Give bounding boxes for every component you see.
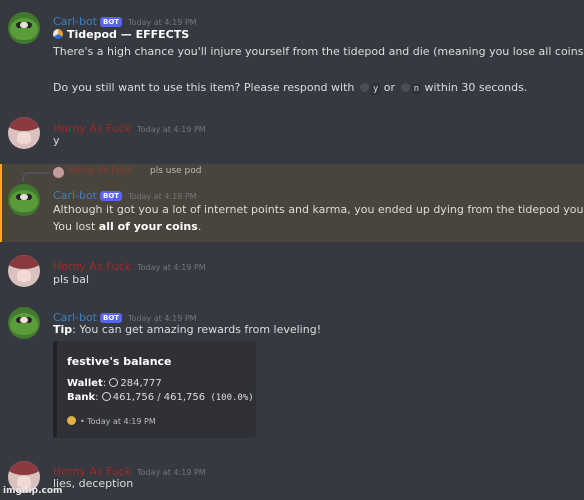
message-header: Horny As Fuck Today at 4:19 PM bbox=[53, 255, 206, 274]
message-text: Although it got you a lot of internet po… bbox=[53, 203, 584, 216]
coin-icon bbox=[101, 392, 111, 401]
message-header: Carl-bot BOT Today at 4:19 PM bbox=[53, 10, 197, 29]
message-text: lies, deception bbox=[53, 477, 134, 490]
carl-bot-avatar[interactable] bbox=[8, 307, 40, 339]
message-text: There's a high chance you'll injure your… bbox=[53, 45, 584, 58]
coin-icon bbox=[109, 378, 119, 387]
footer-emoji-icon bbox=[67, 416, 76, 425]
timestamp: Today at 4:19 PM bbox=[128, 314, 197, 323]
mention-bar bbox=[0, 164, 2, 242]
emoji-icon bbox=[400, 83, 410, 92]
timestamp: Today at 4:19 PM bbox=[137, 263, 206, 272]
message-text: You lost all of your coins. bbox=[53, 220, 202, 233]
bot-badge: BOT bbox=[100, 191, 123, 201]
tidepod-icon bbox=[53, 29, 63, 39]
effect-title: Tidepod — EFFECTS bbox=[53, 28, 189, 41]
carl-bot-avatar[interactable] bbox=[8, 184, 40, 216]
emoji-icon bbox=[359, 83, 369, 92]
message-text: Tip: You can get amazing rewards from le… bbox=[53, 323, 322, 336]
reply-connector bbox=[22, 172, 50, 182]
timestamp: Today at 4:19 PM bbox=[137, 468, 206, 477]
author-name[interactable]: Horny As Fuck bbox=[53, 260, 131, 273]
embed-footer: • Today at 4:19 PM bbox=[67, 416, 156, 426]
imgflip-watermark: imgflip.com bbox=[3, 486, 63, 496]
message-text: y bbox=[53, 134, 60, 147]
timestamp: Today at 4:19 PM bbox=[128, 18, 197, 27]
reply-author[interactable]: Horny As Fuck bbox=[68, 166, 132, 176]
user-avatar[interactable] bbox=[8, 117, 40, 149]
carl-bot-avatar[interactable] bbox=[8, 12, 40, 44]
embed-title: festive's balance bbox=[67, 355, 172, 368]
user-avatar[interactable] bbox=[8, 255, 40, 287]
wallet-row: Wallet: 284,777 bbox=[67, 378, 162, 389]
bot-badge: BOT bbox=[100, 313, 123, 323]
author-name[interactable]: Horny As Fuck bbox=[53, 122, 131, 135]
balance-embed: festive's balance Wallet: 284,777 Bank: … bbox=[53, 341, 256, 438]
message-text: Do you still want to use this item? Plea… bbox=[53, 81, 528, 95]
message-header: Carl-bot BOT Today at 4:19 PM bbox=[53, 184, 197, 203]
bot-badge: BOT bbox=[100, 17, 123, 27]
reply-preview[interactable]: pls use pod bbox=[150, 166, 202, 176]
author-name[interactable]: Carl-bot bbox=[53, 189, 97, 202]
reply-avatar bbox=[53, 167, 64, 178]
message-header: Horny As Fuck Today at 4:19 PM bbox=[53, 117, 206, 136]
timestamp: Today at 4:19 PM bbox=[137, 125, 206, 134]
message-text: pls bal bbox=[53, 273, 90, 286]
bank-row: Bank: 461,756 / 461,756 (100.0%) bbox=[67, 392, 256, 404]
timestamp: Today at 4:19 PM bbox=[128, 192, 197, 201]
author-name[interactable]: Carl-bot bbox=[53, 15, 97, 28]
